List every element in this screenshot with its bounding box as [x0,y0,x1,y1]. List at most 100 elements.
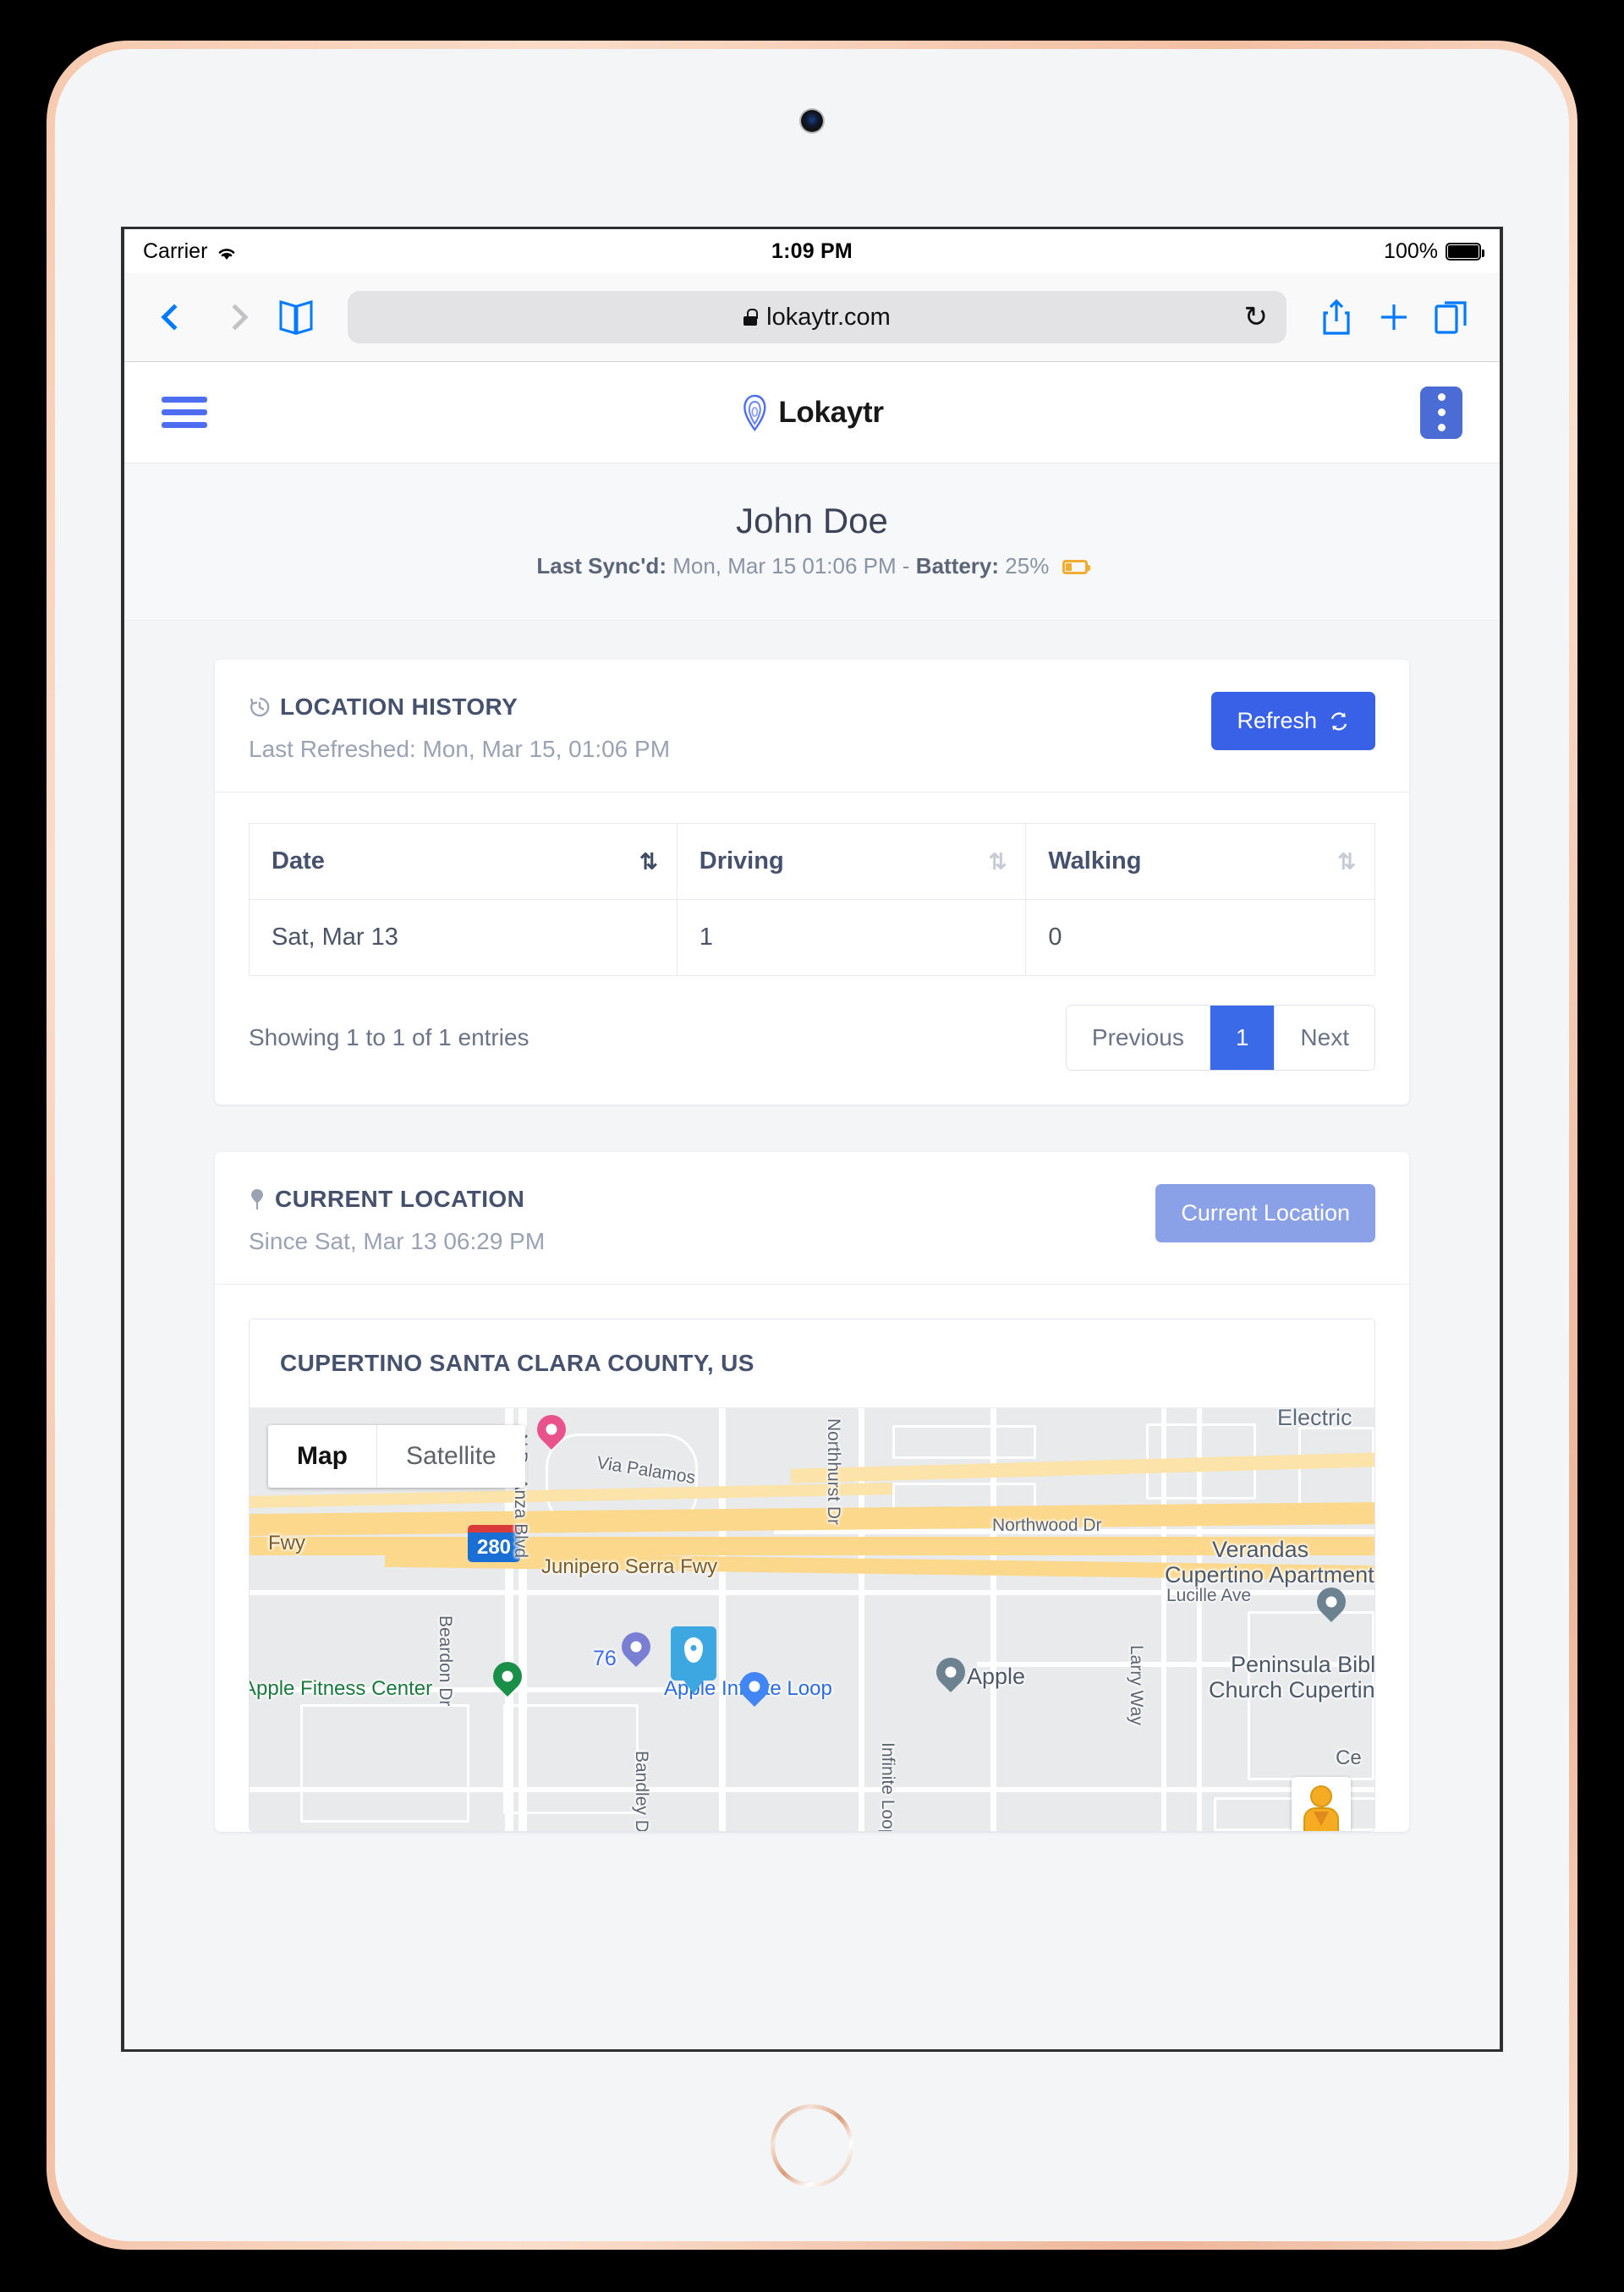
user-sync-meta: Last Sync'd: Mon, Mar 15 01:06 PM - Batt… [124,553,1500,579]
map-place-title: CUPERTINO SANTA CLARA COUNTY, US [250,1319,1374,1408]
tabs-icon [1435,301,1467,334]
gas-station-marker-icon[interactable] [615,1626,657,1670]
location-pin-logo-icon [743,394,766,431]
sort-updown-icon[interactable]: ⇅ [989,848,1007,875]
column-header-driving[interactable]: Driving ⇅ [676,823,1027,900]
device-screen: Carrier 1:09 PM 100% lokaytr.com ↻ Lokay… [121,227,1503,2052]
browser-forward-button[interactable] [207,289,263,345]
pegman-icon[interactable] [1292,1777,1351,1831]
location-history-title-row: LOCATION HISTORY [249,694,1375,721]
map-label-beardon-dr: Beardon Dr [436,1615,455,1707]
table-footer: Showing 1 to 1 of 1 entries Previous 1 N… [215,976,1409,1105]
apple-marker-icon[interactable] [930,1651,972,1695]
share-button[interactable] [1310,291,1363,343]
kebab-menu-icon[interactable] [1420,386,1462,439]
table-row[interactable]: Sat, Mar 13 1 0 [249,899,1375,976]
map-type-satellite[interactable]: Satellite [377,1425,525,1488]
map-label-fwy: Fwy [268,1532,305,1555]
column-label-date: Date [272,847,325,875]
reload-icon[interactable]: ↻ [1244,300,1269,334]
current-location-marker-icon[interactable] [671,1626,716,1681]
safari-toolbar: lokaytr.com ↻ [124,273,1500,362]
ipad-device-frame: Carrier 1:09 PM 100% lokaytr.com ↻ Lokay… [47,41,1577,2250]
wifi-icon [216,243,238,260]
url-address-bar[interactable]: lokaytr.com ↻ [348,291,1287,343]
store-marker-icon[interactable] [733,1665,776,1709]
battery-percent-label: 100% [1384,239,1438,263]
app-header: Lokaytr [124,362,1500,463]
pagination-page-1[interactable]: 1 [1210,1006,1276,1070]
map-label-lucille-ave: Lucille Ave [1166,1586,1252,1605]
pagination-next[interactable]: Next [1275,1006,1374,1070]
map-label-electric: Electric [1277,1408,1352,1430]
sort-updown-icon[interactable]: ⇅ [1337,848,1356,875]
map-label-verandas: Verandas [1212,1537,1309,1562]
battery-label: Battery: [915,553,1000,578]
brand-name: Lokaytr [778,395,884,429]
new-tab-button[interactable] [1368,291,1420,343]
browser-back-button[interactable] [146,289,202,345]
current-location-button-label: Current Location [1181,1200,1350,1226]
location-history-subtitle: Last Refreshed: Mon, Mar 15, 01:06 PM [249,736,671,762]
map-label-apple[interactable]: Apple [967,1664,1025,1690]
meta-separator: - [896,553,916,578]
table-body: Sat, Mar 13 1 0 [249,899,1375,976]
battery-low-icon [1062,560,1090,574]
map-label-cupertino-apartments: Cupertino Apartments [1165,1562,1374,1587]
map-label-infinite-loop: Infinite Loop [878,1742,897,1831]
location-history-card: LOCATION HISTORY Last Refreshed: Mon, Ma… [215,660,1409,1105]
ios-status-bar: Carrier 1:09 PM 100% [124,229,1500,273]
map-label-76: 76 [593,1647,617,1670]
pagination: Previous 1 Next [1065,1005,1375,1071]
refresh-button[interactable]: Refresh [1211,692,1375,750]
place-marker-icon[interactable] [1310,1581,1352,1625]
map-panel: CUPERTINO SANTA CLARA COUNTY, US 280 N D… [249,1319,1375,1832]
location-history-table: Date ⇅ Driving ⇅ Walking ⇅ Sat, Mar 13 1… [249,823,1375,976]
map-type-map[interactable]: Map [268,1425,377,1488]
brand-logo[interactable]: Lokaytr [740,393,884,432]
tabs-button[interactable] [1425,291,1478,343]
battery-full-icon [1446,242,1484,260]
location-history-title: LOCATION HISTORY [280,694,518,720]
card-divider [215,1284,1409,1285]
location-history-header: LOCATION HISTORY Last Refreshed: Mon, Ma… [215,660,1409,792]
column-header-walking[interactable]: Walking ⇅ [1025,823,1375,900]
sort-updown-icon[interactable]: ⇅ [639,848,658,875]
current-location-button[interactable]: Current Location [1155,1184,1375,1242]
current-location-title: CURRENT LOCATION [275,1186,525,1212]
hamburger-menu-icon[interactable] [162,390,207,435]
pagination-previous[interactable]: Previous [1066,1006,1210,1070]
carrier-label: Carrier [143,239,208,263]
column-label-driving: Driving [699,847,784,875]
map-label-junipero-serra-fwy: Junipero Serra Fwy [541,1555,718,1578]
hotel-marker-icon[interactable] [530,1408,573,1452]
bookmarks-button[interactable] [268,289,324,345]
url-text: lokaytr.com [766,303,891,331]
status-bar-right: 100% [1384,239,1484,264]
chevron-left-icon [161,304,188,331]
chevron-right-icon [222,304,249,331]
home-button[interactable] [771,2104,853,2187]
map-canvas[interactable]: 280 N De Anza Blvd Via Palamos Northhurs… [250,1408,1374,1831]
share-icon [1323,299,1350,335]
map-label-northwood-dr: Northwood Dr [992,1516,1102,1535]
user-name: John Doe [736,501,888,540]
refresh-button-label: Refresh [1237,708,1317,733]
map-label-apple-fitness-center[interactable]: Apple Fitness Center [250,1677,432,1701]
apple-fitness-marker-icon[interactable] [486,1655,529,1699]
table-header-row: Date ⇅ Driving ⇅ Walking ⇅ [249,823,1375,900]
map-label-ce: Ce [1336,1746,1362,1769]
map-label-church-cupertino: Church Cupertino [1209,1677,1374,1703]
sync-icon [1330,711,1347,731]
table-head: Date ⇅ Driving ⇅ Walking ⇅ [249,823,1375,900]
map-pin-icon [251,1189,263,1209]
map-type-toggle: Map Satellite [268,1425,525,1488]
history-clock-icon [250,697,270,717]
column-header-date[interactable]: Date ⇅ [249,823,678,900]
map-label-bandley-dr: Bandley Dr [632,1751,651,1831]
plus-icon [1381,304,1407,330]
cell-walking: 0 [1025,899,1375,976]
cell-date: Sat, Mar 13 [249,899,678,976]
device-bezel: Carrier 1:09 PM 100% lokaytr.com ↻ Lokay… [55,49,1569,2241]
battery-value: 25% [1005,553,1050,578]
